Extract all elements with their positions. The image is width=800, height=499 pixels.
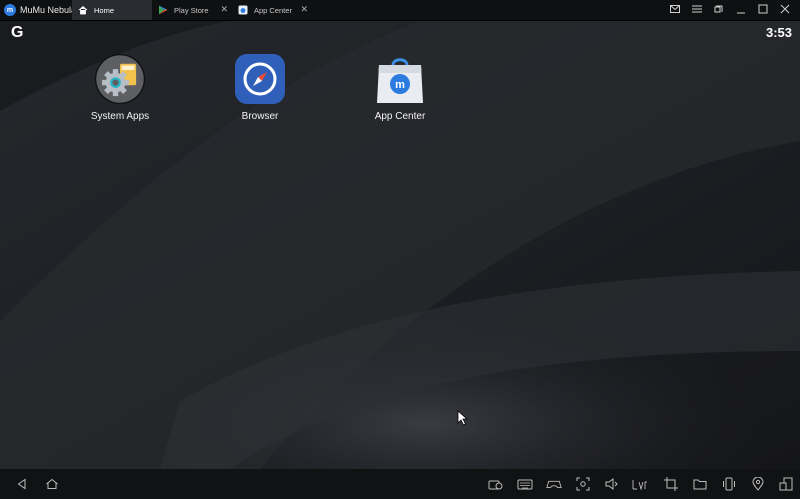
app-label: System Apps [90, 111, 150, 122]
tab-app-center[interactable]: App Center ✕ [232, 0, 312, 20]
maximize-icon[interactable] [758, 4, 768, 16]
minimize-icon[interactable] [736, 4, 746, 16]
app-center-tab-icon [238, 5, 248, 15]
google-icon: G [11, 24, 24, 41]
mumu-logo-icon: m [4, 4, 16, 16]
tab-play-store[interactable]: Play Store ✕ [152, 0, 232, 20]
apk-install-icon[interactable] [632, 477, 648, 491]
mail-icon[interactable] [670, 5, 680, 15]
mouse-cursor-icon [457, 410, 469, 431]
app-label: Browser [241, 111, 279, 122]
keyboard-icon[interactable] [517, 477, 533, 491]
home-icon [78, 5, 88, 15]
tab-label: Home [94, 5, 115, 15]
volume-icon[interactable] [604, 477, 620, 491]
tab-home[interactable]: Home [72, 0, 152, 20]
window-controls [670, 0, 800, 20]
shopping-bag-icon: m [374, 53, 426, 105]
app-name: MuMu Nebula [20, 5, 72, 15]
camera-icon[interactable] [488, 477, 504, 491]
status-clock: 3:53 [765, 25, 792, 40]
compass-icon [234, 53, 286, 105]
gear-icon [94, 53, 146, 105]
home-nav-icon[interactable] [44, 477, 60, 491]
shake-icon[interactable] [721, 477, 737, 491]
app-browser[interactable]: Browser [215, 53, 305, 122]
close-icon[interactable]: ✕ [300, 4, 308, 15]
play-store-icon [158, 5, 168, 15]
tab-label: Play Store [174, 5, 209, 15]
folder-icon[interactable] [692, 477, 708, 491]
tab-label: App Center [254, 5, 292, 15]
gamepad-icon[interactable] [546, 477, 562, 491]
crop-icon[interactable] [663, 477, 679, 491]
android-home-screen: G 3:53 System Apps Browser m App Center [0, 21, 800, 469]
close-icon[interactable]: ✕ [220, 4, 228, 15]
app-brand: m MuMu Nebula [0, 0, 72, 20]
back-icon[interactable] [14, 477, 30, 491]
location-icon[interactable] [750, 477, 766, 491]
android-statusbar: G 3:53 [0, 21, 800, 45]
menu-icon[interactable] [692, 5, 702, 15]
multi-window-icon[interactable] [778, 477, 794, 491]
close-window-icon[interactable] [780, 4, 790, 16]
restore-window-icon[interactable] [714, 4, 724, 16]
app-label: App Center [374, 111, 426, 122]
app-system-apps[interactable]: System Apps [75, 53, 165, 122]
window-titlebar: m MuMu Nebula Home Play Store ✕ App Cent… [0, 0, 800, 21]
screenshot-icon[interactable] [575, 477, 591, 491]
svg-text:m: m [395, 79, 405, 91]
bottom-toolbar [0, 469, 800, 499]
app-app-center[interactable]: m App Center [355, 53, 445, 122]
